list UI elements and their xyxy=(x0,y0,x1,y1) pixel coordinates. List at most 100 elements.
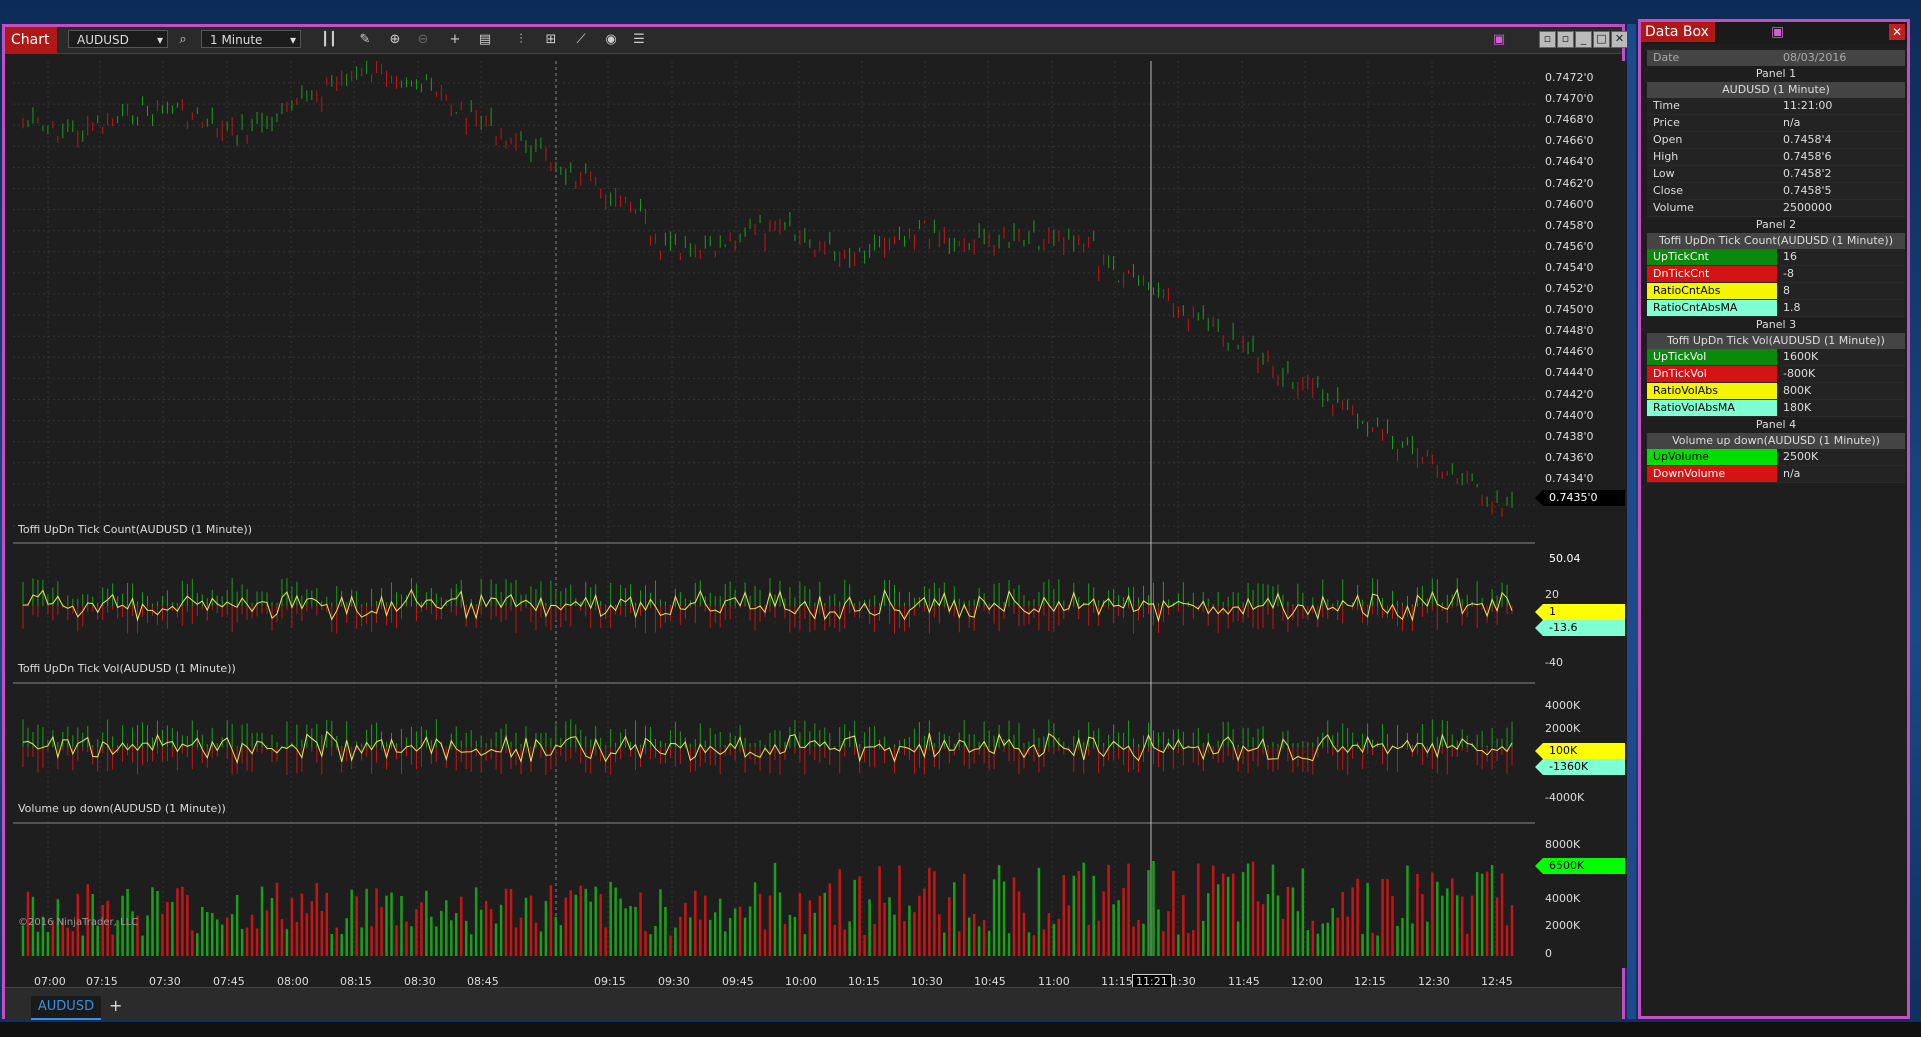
price-tick-label: 0.7452'0 xyxy=(1545,282,1594,295)
data-box-row: DnTickCnt -8 xyxy=(1647,266,1905,283)
row-label: DnTickVol xyxy=(1647,366,1777,382)
data-box-row: DownVolume n/a xyxy=(1647,466,1905,483)
panel-4-tick-label: 0 xyxy=(1545,947,1552,960)
zoom-in-icon[interactable]: ⊕ xyxy=(385,30,405,50)
row-label: High xyxy=(1653,150,1679,163)
price-tick-label: 0.7442'0 xyxy=(1545,387,1594,401)
copyright-text: ©2016 NinjaTrader, LLC xyxy=(18,917,139,928)
price-tick-label: 0.7450'0 xyxy=(1545,303,1594,317)
panel-3-tick-label: 2000K xyxy=(1545,722,1581,735)
data-box-row: UpTickCnt 16 xyxy=(1647,249,1905,266)
close-button[interactable]: ✕ xyxy=(1611,31,1628,48)
crosshair-icon[interactable]: + xyxy=(445,30,465,50)
row-value: 1.8 xyxy=(1783,301,1801,314)
data-box-row: RatioVolAbsMA 180K xyxy=(1647,400,1905,417)
row-label: DownVolume xyxy=(1647,466,1777,482)
price-tick-label: 0.7440'0 xyxy=(1545,408,1594,422)
row-value: n/a xyxy=(1783,116,1801,129)
panel-4-header: Panel 4 xyxy=(1755,418,1797,431)
price-tick-label: 0.7464'0 xyxy=(1545,155,1594,169)
data-box-row: Low 0.7458'2 xyxy=(1647,166,1905,183)
panel-2-tick-label: 20 xyxy=(1545,588,1559,601)
add-tab-button[interactable]: + xyxy=(109,996,122,1015)
indicators-icon[interactable]: ⫶ xyxy=(511,30,531,50)
date-value: 08/03/2016 xyxy=(1783,51,1847,64)
row-label: RatioCntAbsMA xyxy=(1647,300,1777,316)
row-value: 11:21:00 xyxy=(1783,99,1833,112)
data-box-row: UpVolume 2500K xyxy=(1647,449,1905,466)
panel-3-tick-label: 4000K xyxy=(1545,699,1581,712)
row-label: Volume xyxy=(1653,201,1694,214)
row-label: UpVolume xyxy=(1647,449,1777,465)
chevron-down-icon: ▾ xyxy=(156,33,163,47)
bar-style-icon[interactable]: ┃┃ xyxy=(319,30,339,50)
row-value: 2500K xyxy=(1783,450,1819,463)
reload-icon[interactable]: ◉ xyxy=(601,30,621,50)
row-value: 0.7458'2 xyxy=(1783,167,1832,180)
data-box-row: RatioVolAbs 800K xyxy=(1647,383,1905,400)
instrument-value: AUDUSD xyxy=(77,33,129,47)
chart-window: Chart AUDUSD ▾ ⌕ 1 Minute ▾ ┃┃ ✎ ⊕ ⊖ + ▤… xyxy=(2,24,1628,1020)
data-box-row: RatioCntAbs 8 xyxy=(1647,283,1905,300)
data-box-row: RatioCntAbsMA 1.8 xyxy=(1647,300,1905,317)
link-window-icon[interactable]: ▣ xyxy=(1771,24,1784,40)
instrument-selector[interactable]: AUDUSD ▾ xyxy=(68,30,168,48)
data-box-header: Data Box ▣ ✕ xyxy=(1641,22,1907,44)
data-box-row: UpTickVol 1600K xyxy=(1647,349,1905,366)
close-button[interactable]: ✕ xyxy=(1889,24,1905,40)
row-label: Open xyxy=(1653,133,1683,146)
drawing-tools-icon[interactable]: ⟋ xyxy=(571,30,591,50)
price-tick-label: 0.7444'0 xyxy=(1545,366,1594,380)
panel-4-tick-label: 8000K xyxy=(1545,838,1581,851)
chart-plot-area[interactable] xyxy=(13,61,1535,968)
row-label: RatioVolAbs xyxy=(1647,383,1777,399)
taskbar xyxy=(0,1022,1921,1037)
price-tick-label: 0.7448'0 xyxy=(1545,324,1594,338)
panel-3-line xyxy=(22,730,1513,765)
pencil-icon[interactable]: ✎ xyxy=(355,30,375,50)
chart-toolbar: Chart AUDUSD ▾ ⌕ 1 Minute ▾ ┃┃ ✎ ⊕ ⊖ + ▤… xyxy=(5,27,1628,54)
price-tick-label: 0.7468'0 xyxy=(1545,113,1594,127)
search-icon[interactable]: ⌕ xyxy=(173,30,193,50)
panel-3-header: Panel 3 xyxy=(1755,318,1797,331)
price-tick-label: 0.7466'0 xyxy=(1545,134,1594,148)
panel-2-marker-cyan: -13.6 xyxy=(1535,620,1625,636)
panel-2-top-marker: 50.04 xyxy=(1535,551,1625,567)
row-value: -8 xyxy=(1783,267,1794,280)
chart-title: Chart xyxy=(5,27,57,53)
panel-2-header: Panel 2 xyxy=(1755,218,1797,231)
row-label: UpTickCnt xyxy=(1647,249,1777,265)
panel-2-tick-label: -40 xyxy=(1545,656,1563,669)
tile2-icon[interactable]: ▫ xyxy=(1557,31,1574,48)
strategies-icon[interactable]: ⊞ xyxy=(541,30,561,50)
row-value: 16 xyxy=(1783,250,1797,263)
panel-3-tick-label: -4000K xyxy=(1545,791,1585,804)
row-value: 2500000 xyxy=(1783,201,1832,214)
date-label: Date xyxy=(1653,51,1680,64)
zoom-out-icon[interactable]: ⊖ xyxy=(413,30,433,50)
interval-value: 1 Minute xyxy=(210,33,263,47)
minimize-button[interactable]: _ xyxy=(1575,31,1592,48)
row-label: Time xyxy=(1653,99,1680,112)
tab-bar: AUDUSD + xyxy=(5,987,1622,1020)
price-tick-label: 0.7472'0 xyxy=(1545,71,1594,84)
price-marker: 0.7435'0 xyxy=(1535,490,1625,506)
panel-2-line xyxy=(22,587,1513,623)
interval-selector[interactable]: 1 Minute ▾ xyxy=(201,30,301,48)
panel-2-series: Toffi UpDn Tick Count(AUDUSD (1 Minute)) xyxy=(1647,233,1905,249)
price-tick-label: 0.7454'0 xyxy=(1545,260,1594,274)
row-value: n/a xyxy=(1783,467,1801,480)
data-box-row: DnTickVol -800K xyxy=(1647,366,1905,383)
price-tick-label: 0.7460'0 xyxy=(1545,197,1594,211)
panel-4-tick-label: 2000K xyxy=(1545,919,1581,932)
data-box-row: Open 0.7458'4 xyxy=(1647,132,1905,149)
list-icon[interactable]: ☰ xyxy=(629,30,649,50)
panel-4-tick-label: 4000K xyxy=(1545,892,1581,905)
tab-audusd[interactable]: AUDUSD xyxy=(31,996,101,1020)
tile-icon[interactable]: ▫ xyxy=(1539,31,1556,48)
link-window-icon[interactable]: ▣ xyxy=(1489,30,1509,50)
properties-icon[interactable]: ▤ xyxy=(475,30,495,50)
maximize-button[interactable]: □ xyxy=(1593,31,1610,48)
row-label: UpTickVol xyxy=(1647,349,1777,365)
data-box-window: Data Box ▣ ✕ Date 08/03/2016 Panel 1 AUDU… xyxy=(1638,19,1910,1019)
